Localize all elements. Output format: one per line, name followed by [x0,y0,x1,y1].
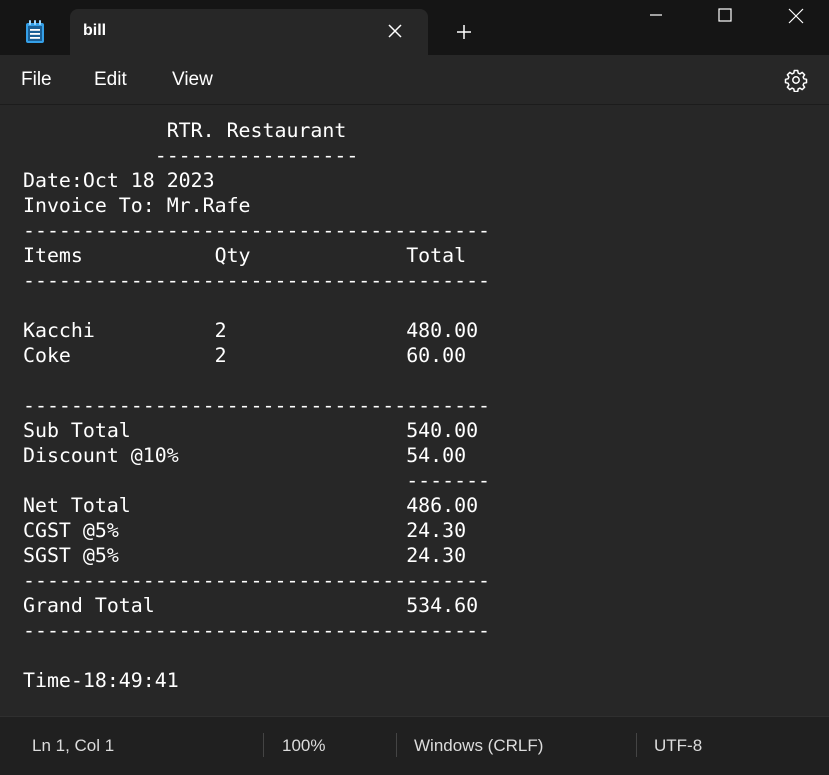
document-line: Items Qty Total [23,244,467,267]
document-line: ------- [23,469,491,492]
encoding[interactable]: UTF-8 [654,736,702,756]
gear-icon[interactable] [784,68,808,93]
document-line: --------------------------------------- [23,219,491,242]
document-line: Sub Total 540.00 [23,419,479,442]
menu-edit[interactable]: Edit [94,69,127,91]
document-line: Kacchi 2 480.00 [23,319,479,342]
status-divider [263,733,264,757]
document-line: --------------------------------------- [23,394,491,417]
document-line: Date:Oct 18 2023 [23,169,215,192]
document-line: Net Total 486.00 [23,494,479,517]
maximize-button[interactable] [702,0,748,32]
notepad-icon [24,20,46,44]
title-bar[interactable]: bill [0,0,829,55]
document-line: Invoice To: Mr.Rafe [23,194,251,217]
document-text[interactable]: RTR. Restaurant ----------------- Date:Oc… [23,118,490,693]
tab-bill[interactable]: bill [70,9,428,55]
document-line: Time-18:49:41 [23,669,179,692]
minimize-button[interactable] [633,0,679,32]
document-line: CGST @5% 24.30 [23,519,467,542]
zoom-level[interactable]: 100% [282,736,325,756]
minimize-icon [650,14,662,16]
status-divider [636,733,637,757]
status-divider [396,733,397,757]
status-bar: Ln 1, Col 1 100% Windows (CRLF) UTF-8 [0,716,829,775]
document-line: Discount @10% 54.00 [23,444,467,467]
document-line: --------------------------------------- [23,269,491,292]
document-line: Grand Total 534.60 [23,594,479,617]
maximize-icon [718,8,732,22]
document-line: --------------------------------------- [23,619,491,642]
document-line: SGST @5% 24.30 [23,544,467,567]
document-line: RTR. Restaurant [23,119,347,142]
cursor-position: Ln 1, Col 1 [32,736,115,755]
menu-file[interactable]: File [21,69,52,91]
document-line: --------------------------------------- [23,569,491,592]
document-line: Coke 2 60.00 [23,344,467,367]
menu-view[interactable]: View [172,69,213,91]
close-tab-icon[interactable] [388,24,402,38]
line-ending[interactable]: Windows (CRLF) [414,736,543,756]
close-icon [788,8,804,24]
menu-bar: File Edit View [0,55,829,104]
document-line: ----------------- [23,144,359,167]
text-editor[interactable]: RTR. Restaurant ----------------- Date:Oc… [0,104,829,717]
tab-title: bill [83,22,107,39]
close-window-button[interactable] [772,0,818,32]
new-tab-plus-icon[interactable] [455,23,473,41]
